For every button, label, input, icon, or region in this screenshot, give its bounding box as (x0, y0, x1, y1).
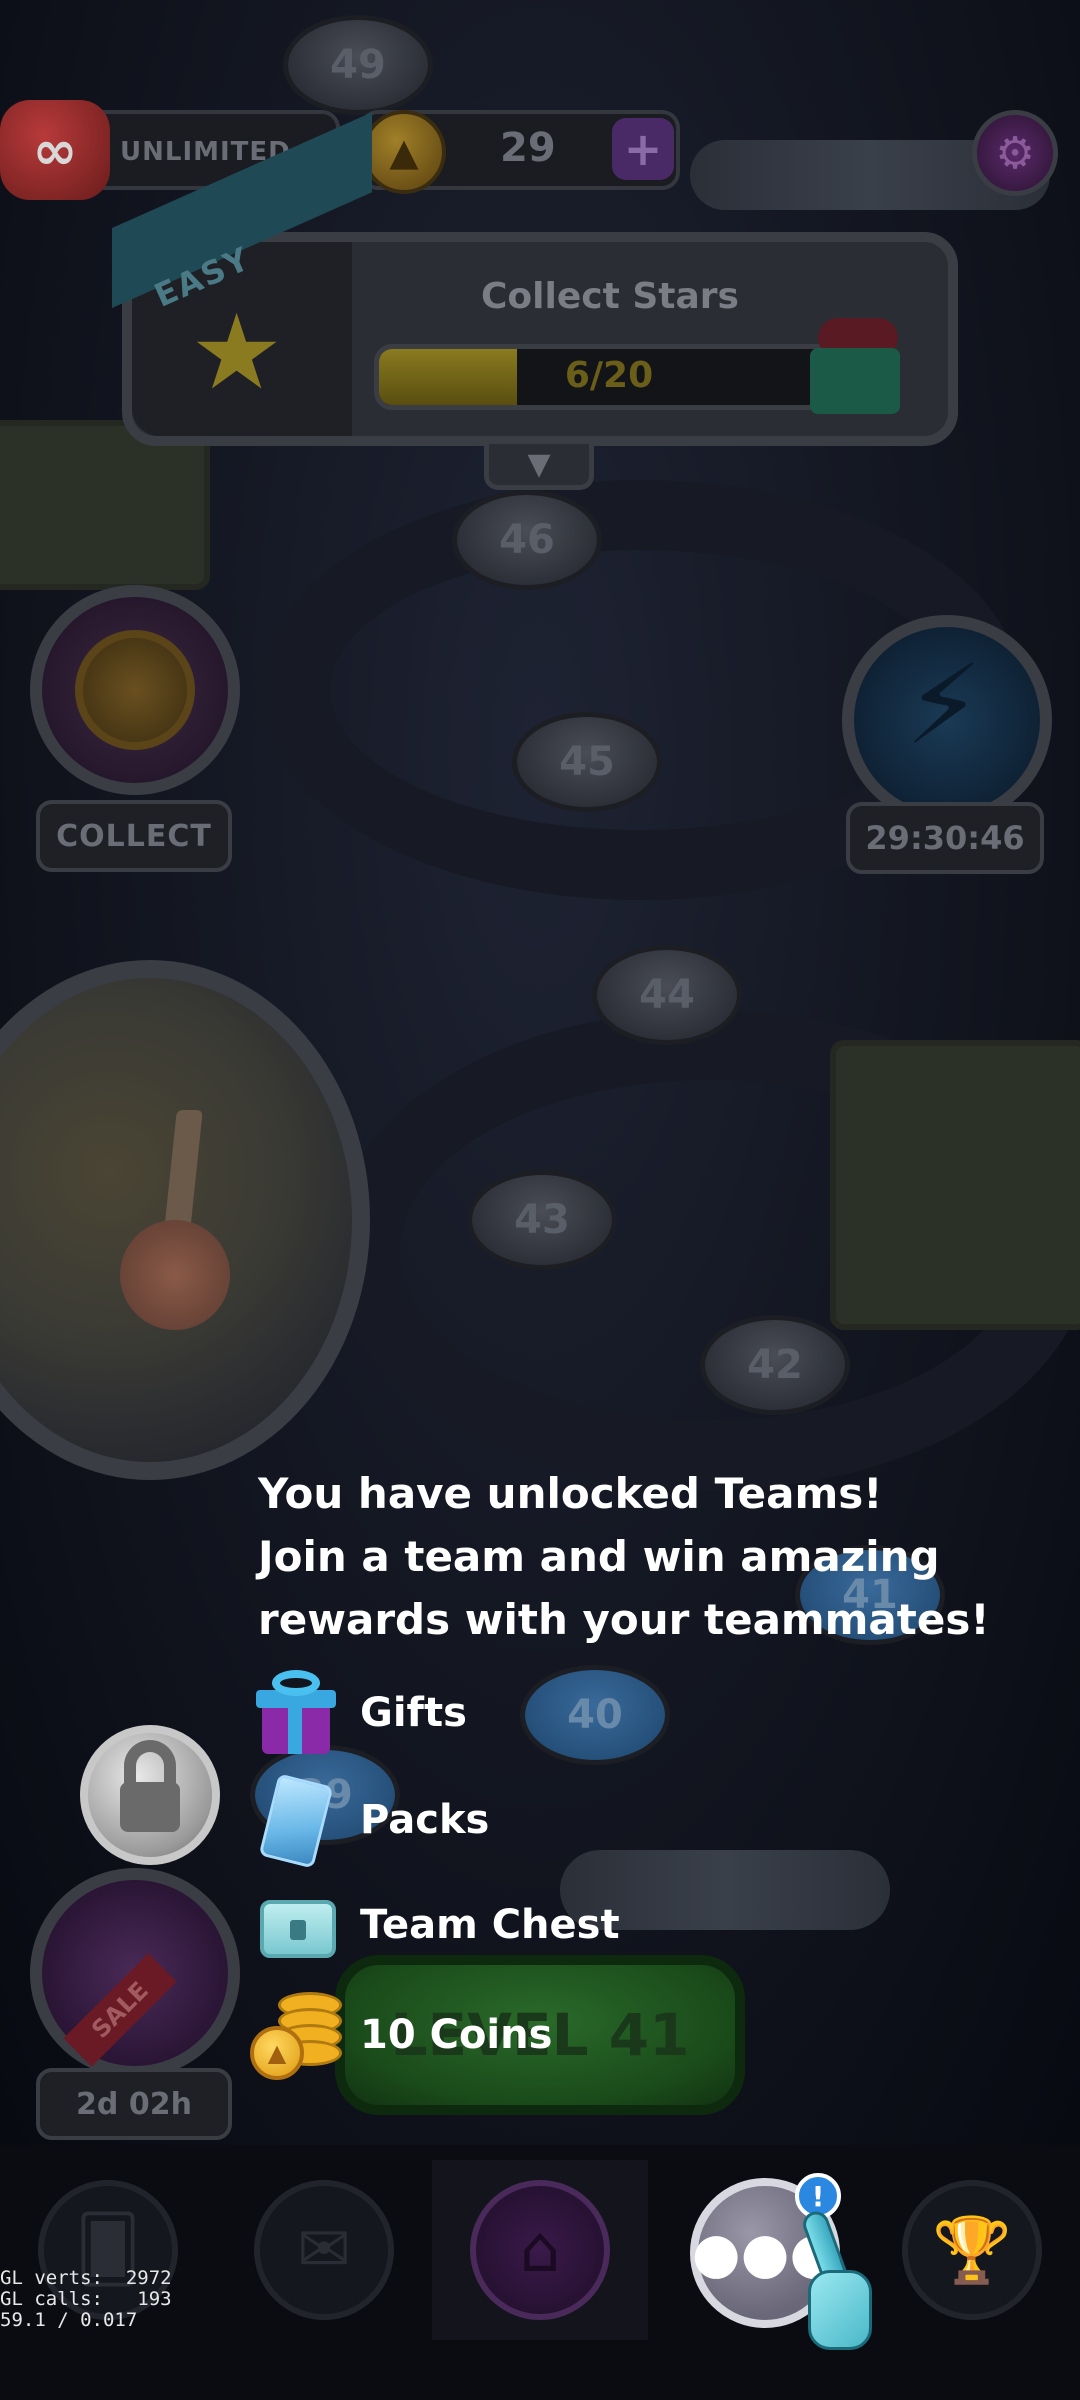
map-crate (830, 1040, 1080, 1330)
buy-coins-button[interactable]: + (612, 118, 674, 180)
message-line: You have unlocked Teams! (258, 1469, 883, 1518)
clock-icon (75, 630, 195, 750)
card-pack-icon (250, 1773, 346, 1869)
coin-stack-icon: ▲ (250, 1990, 346, 2080)
star-icon: ★ (190, 291, 284, 413)
level-node[interactable]: 46 (452, 490, 602, 590)
lock-icon (80, 1725, 220, 1865)
teams-unlocked-message: You have unlocked Teams! Join a team and… (258, 1462, 1058, 1651)
reward-label: Gifts (360, 1690, 467, 1736)
sale-timer: 2d 02h (36, 2068, 232, 2140)
quest-progress-text: 6/20 (564, 355, 654, 396)
infinity-icon: ∞ (32, 118, 78, 182)
chevron-down-icon: ▼ (527, 447, 551, 482)
debug-line: 59.1 / 0.017 (0, 2309, 138, 2331)
message-line: Join a team and win amazing (258, 1532, 940, 1581)
collect-button[interactable]: COLLECT (36, 800, 232, 872)
quest-title: Collect Stars (481, 276, 739, 317)
settings-button[interactable]: ⚙ (972, 110, 1058, 196)
level-node[interactable]: 42 (700, 1315, 850, 1415)
reward-item-packs: Packs (250, 1773, 490, 1869)
lightning-icon: ⚡ (905, 641, 983, 769)
debug-line: GL calls: 193 (0, 2288, 172, 2310)
reward-label: Team Chest (360, 1902, 620, 1948)
nav-item-home[interactable]: ⌂ (432, 2160, 648, 2340)
reward-item-team-chest: Team Chest (250, 1880, 620, 1970)
nav-item-leaderboard[interactable]: 🏆 (864, 2160, 1080, 2340)
coin-count: 29 (500, 125, 556, 171)
coin-icon: ▲ (362, 110, 446, 194)
debug-line: GL verts: 2972 (0, 2267, 172, 2289)
mail-icon: ✉ (254, 2180, 394, 2320)
trophy-icon: 🏆 (902, 2180, 1042, 2320)
debug-overlay: GL verts: 2972 GL calls: 193 59.1 / 0.017 (0, 2268, 172, 2331)
chest-icon (250, 1880, 346, 1970)
level-node[interactable]: 43 (467, 1170, 617, 1270)
heart-icon: ∞ (0, 100, 110, 200)
home-icon: ⌂ (470, 2180, 610, 2320)
gift-icon (810, 318, 906, 414)
gift-icon (250, 1668, 346, 1758)
level-node[interactable]: 40 (520, 1665, 670, 1765)
gear-icon: ⚙ (995, 127, 1035, 179)
gauge-hub (120, 1220, 230, 1330)
reward-label: 10 Coins (360, 2012, 553, 2058)
message-line: rewards with your teammates! (258, 1595, 990, 1644)
level-node[interactable]: 45 (512, 712, 662, 812)
reward-item-coins: ▲ 10 Coins (250, 1990, 552, 2080)
collapse-quest-button[interactable]: ▼ (484, 444, 594, 490)
event-timer: 29:30:46 (846, 802, 1044, 874)
reward-label: Packs (360, 1797, 490, 1843)
level-node[interactable]: 49 (283, 15, 433, 115)
reward-item-gifts: Gifts (250, 1668, 467, 1758)
level-node[interactable]: 44 (592, 945, 742, 1045)
nav-item-inbox[interactable]: ✉ (216, 2160, 432, 2340)
